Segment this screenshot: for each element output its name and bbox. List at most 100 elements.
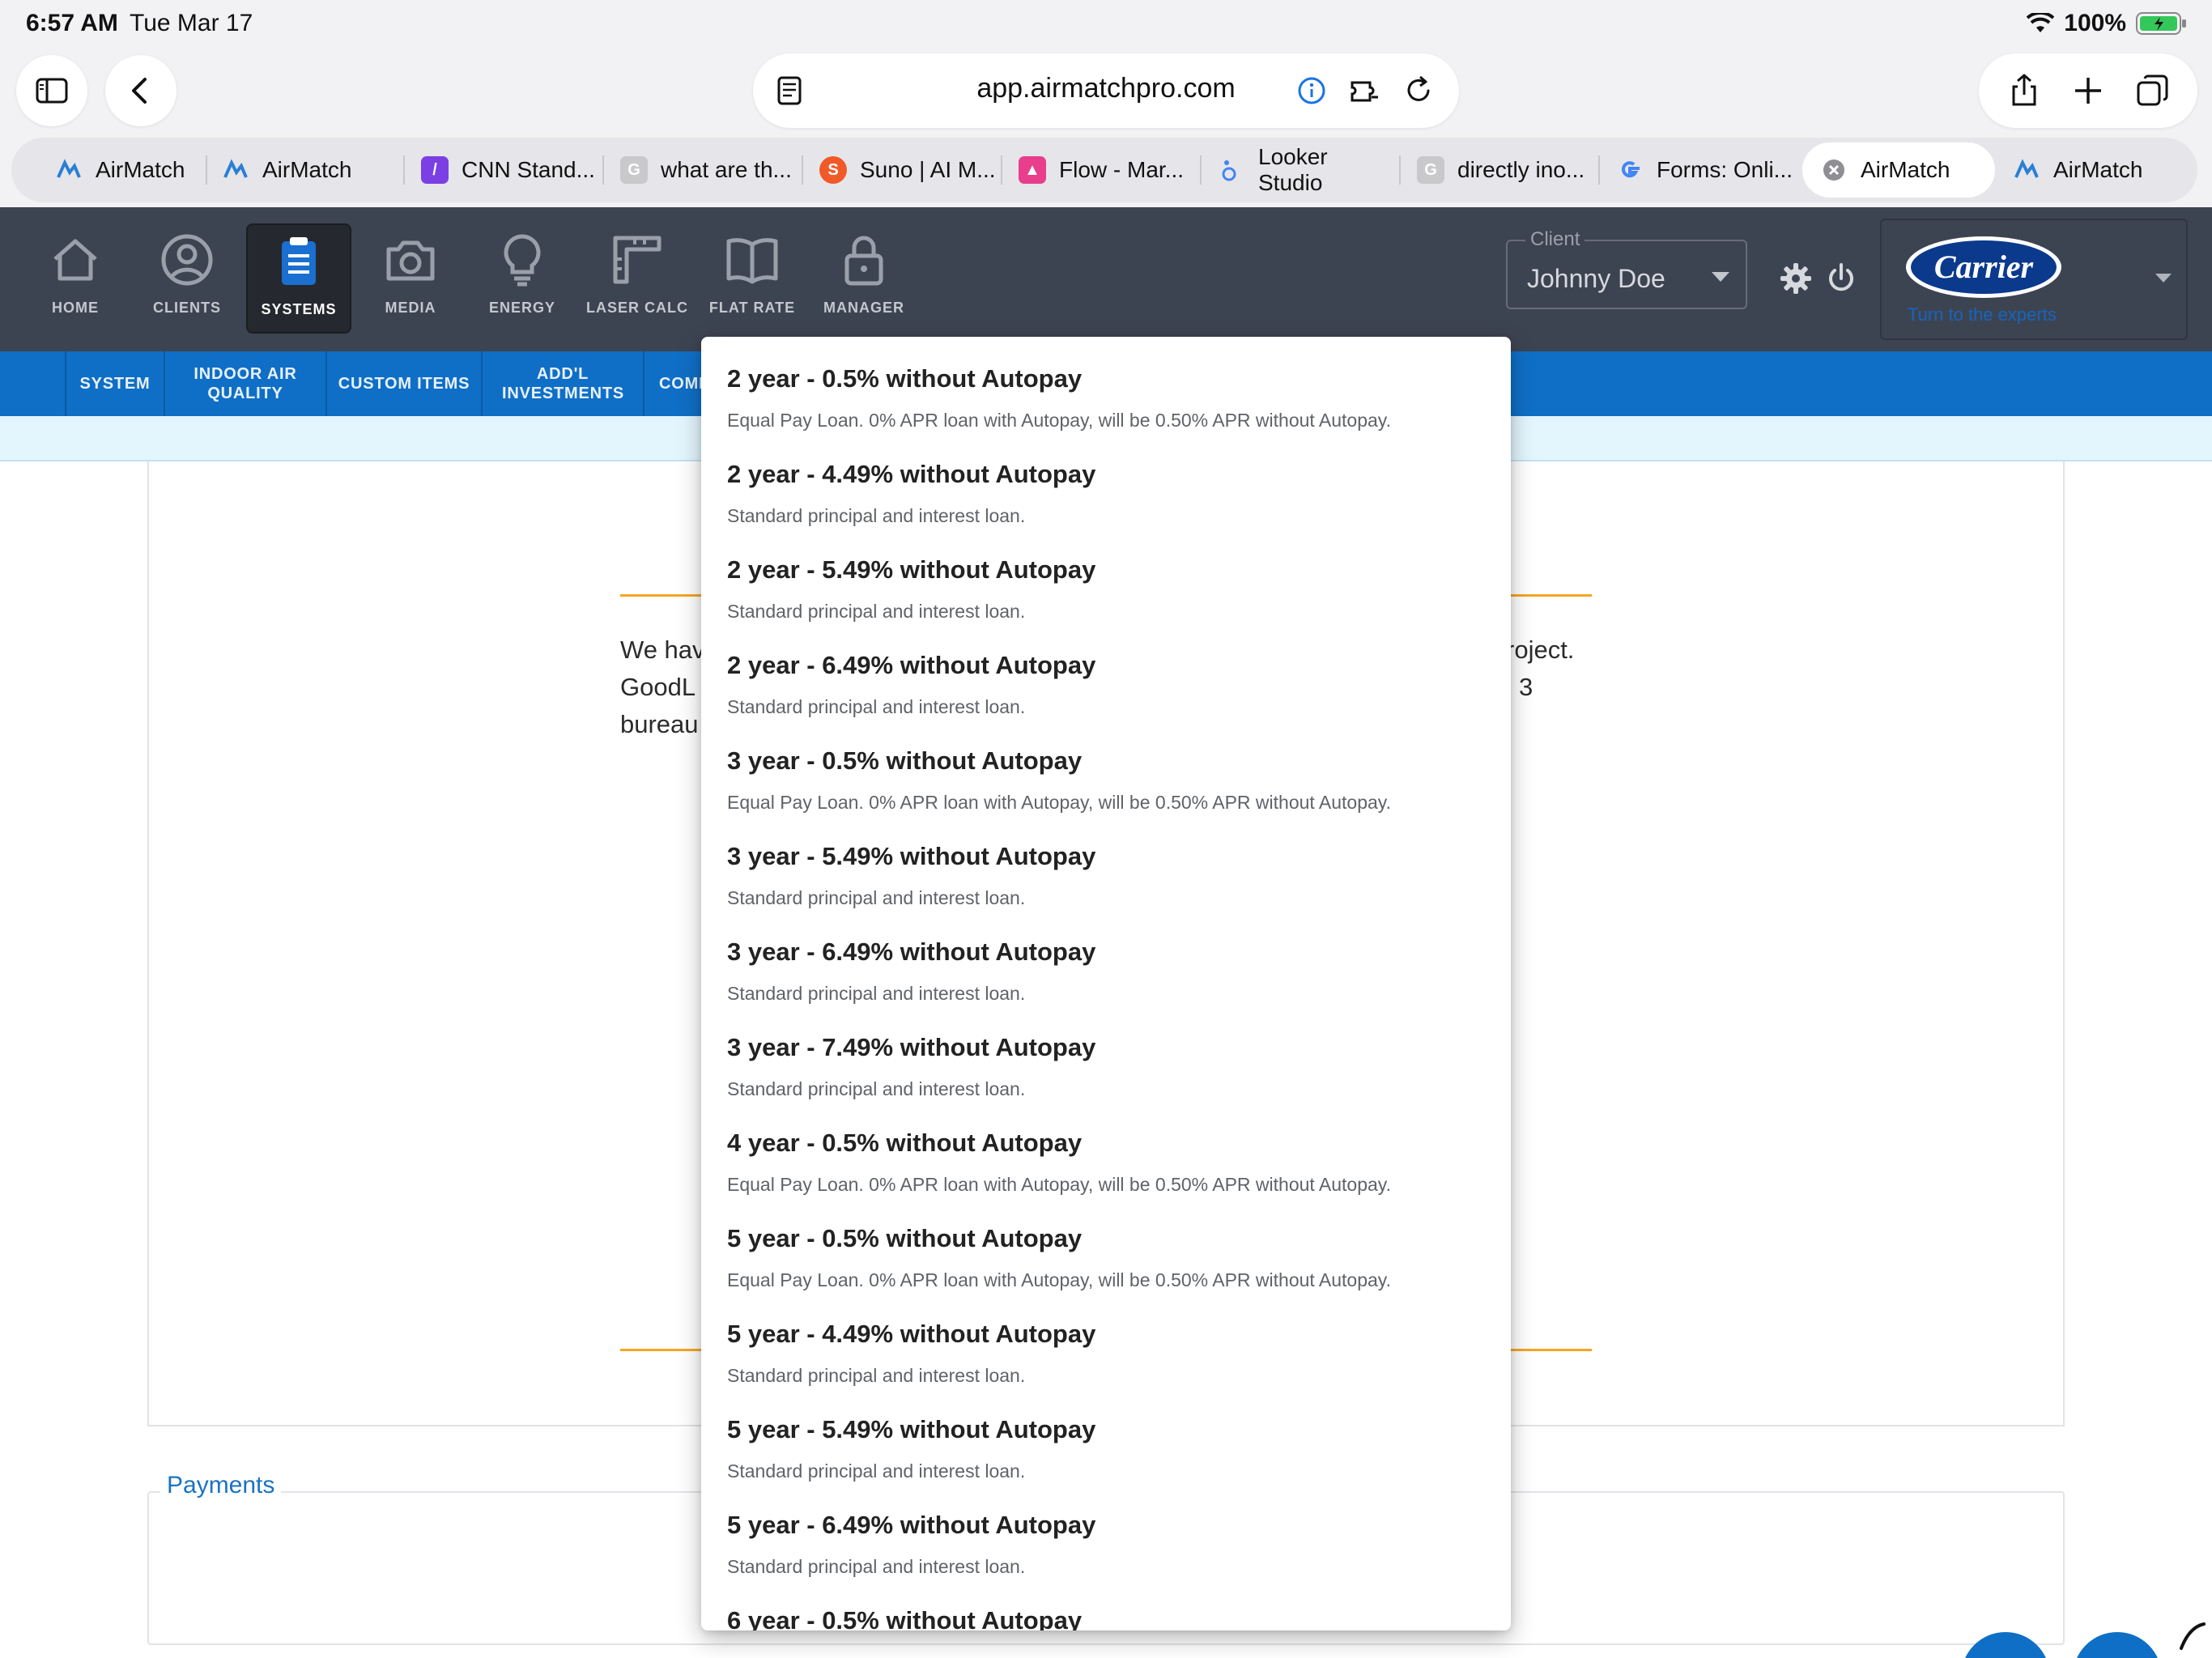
nav-flat-rate[interactable]: FLAT RATE [700,223,805,334]
loan-option[interactable]: 5 year - 4.49% without Autopay Standard … [727,1320,1488,1387]
battery-percent: 100% [2064,10,2126,36]
browser-tab-9[interactable]: Forms: Onli... [1598,138,1796,202]
loan-option-description: Standard principal and interest loan. [727,1460,1026,1482]
browser-tab-6[interactable]: ▲ Flow - Mar... [1001,138,1198,202]
power-icon[interactable] [1823,261,1859,296]
loan-option[interactable]: 6 year - 0.5% without Autopay [727,1606,1488,1630]
nav-laser-calc[interactable]: LASER CALC [585,223,690,334]
share-icon[interactable] [2006,72,2043,109]
nav-media[interactable]: MEDIA [358,223,463,334]
subtab-indoor-air-quality[interactable]: INDOOR AIR QUALITY [164,351,325,416]
loan-option-title: 6 year - 0.5% without Autopay [727,1606,1083,1630]
loan-option[interactable]: 5 year - 6.49% without Autopay Standard … [727,1511,1488,1578]
loan-option[interactable]: 4 year - 0.5% without Autopay Equal Pay … [727,1129,1488,1196]
looker-favicon-icon [1222,160,1236,181]
reload-icon[interactable] [1401,73,1436,108]
brand-name: Carrier [1934,249,2034,285]
nav-manager[interactable]: MANAGER [811,223,917,334]
loan-option[interactable]: 2 year - 0.5% without Autopay Equal Pay … [727,364,1488,432]
extension-icon[interactable] [1347,73,1383,108]
browser-tab-7[interactable]: Looker Studio [1200,138,1397,202]
airmatch-favicon-icon [2014,159,2039,178]
tab-label: Forms: Onli... [1657,157,1793,182]
tab-label: what are th... [661,157,792,182]
browser-tab-2[interactable]: AirMatch [204,138,402,202]
loan-option-description: Standard principal and interest loan. [727,887,1026,908]
loan-option[interactable]: 3 year - 6.49% without Autopay Standard … [727,937,1488,1005]
open-book-icon [726,238,778,284]
browser-tab-1[interactable]: AirMatch [37,138,202,202]
brand-tagline: Turn to the experts [1908,304,2057,325]
nav-systems[interactable]: SYSTEMS [246,223,351,334]
paragraph-line: 3 [1519,673,1534,701]
loan-option[interactable]: 2 year - 4.49% without Autopay Standard … [727,460,1488,527]
tab-label: AirMatch [96,157,185,182]
loan-option-description: Equal Pay Loan. 0% APR loan with Autopay… [727,1269,1391,1290]
tab-label: Suno | AI M... [860,157,996,182]
floating-action-button[interactable] [2073,1632,2162,1658]
loan-option-title: 4 year - 0.5% without Autopay [727,1129,1083,1157]
close-tab-icon[interactable] [1820,156,1848,184]
loan-option[interactable]: 3 year - 0.5% without Autopay Equal Pay … [727,746,1488,814]
loan-option[interactable]: 2 year - 6.49% without Autopay Standard … [727,651,1488,718]
browser-tab-10-active[interactable]: AirMatch [1802,142,1995,198]
google-favicon-icon [1621,161,1640,178]
wifi-icon [2027,13,2055,32]
plus-icon[interactable] [2069,72,2107,109]
browser-tab-4[interactable]: G what are th... [602,138,800,202]
loan-option-title: 2 year - 5.49% without Autopay [727,555,1096,584]
generic-favicon-icon: G [620,156,648,184]
resize-handle-icon[interactable] [2178,1619,2207,1652]
subtab-addl-investments[interactable]: ADD'L INVESTMENTS [481,351,643,416]
subtab-label: CUSTOM ITEMS [338,375,470,393]
tab-label: directly ino... [1457,157,1585,182]
chevron-down-icon [2155,274,2172,283]
tab-label: AirMatch [2053,157,2143,182]
status-date: Tue Mar 17 [130,10,253,36]
loan-option-title: 3 year - 5.49% without Autopay [727,842,1096,870]
back-button[interactable] [105,55,177,126]
airmatch-favicon-icon [223,159,248,178]
loan-option-description: Standard principal and interest loan. [727,1365,1026,1386]
gear-icon[interactable] [1778,261,1814,296]
flow-favicon-icon: ▲ [1019,156,1046,184]
loan-option[interactable]: 5 year - 0.5% without Autopay Equal Pay … [727,1224,1488,1291]
client-select[interactable]: Client Johnny Doe [1506,228,1747,309]
loan-option[interactable]: 3 year - 7.49% without Autopay Standard … [727,1033,1488,1100]
client-select-label: Client [1525,228,1585,251]
ios-status-bar: 6:57 AM Tue Mar 17 100% [0,0,2212,49]
subtab-label: ADD'L INVESTMENTS [502,365,625,402]
subtab-custom-items[interactable]: CUSTOM ITEMS [325,351,481,416]
nav-home[interactable]: HOME [23,223,128,334]
browser-tab-11[interactable]: AirMatch [1995,138,2189,202]
loan-option[interactable]: 2 year - 5.49% without Autopay Standard … [727,555,1488,623]
nav-energy[interactable]: ENERGY [470,223,575,334]
brand-selector[interactable]: Carrier Turn to the experts [1880,219,2188,340]
tab-strip: AirMatch AirMatch / CNN Stand... G what … [0,133,2212,207]
nav-clients[interactable]: CLIENTS [134,223,240,334]
info-icon[interactable] [1294,73,1329,108]
loan-option-title: 5 year - 4.49% without Autopay [727,1320,1096,1348]
status-right: 100% [2027,10,2188,37]
browser-tab-3[interactable]: / CNN Stand... [403,138,601,202]
battery-icon [2136,12,2186,35]
loan-option-title: 3 year - 7.49% without Autopay [727,1033,1096,1061]
nav-label: ENERGY [488,300,556,316]
browser-tab-5[interactable]: S Suno | AI M... [802,138,999,202]
chevron-left-icon [132,78,147,104]
loan-option-description: Standard principal and interest loan. [727,983,1026,1004]
loan-option-description: Equal Pay Loan. 0% APR loan with Autopay… [727,410,1391,431]
sidebar-button[interactable] [16,55,87,126]
tabs-overview-icon[interactable] [2133,72,2171,109]
paragraph-line: roject. [1506,636,1575,664]
browser-tab-8[interactable]: G directly ino... [1399,138,1597,202]
loan-option[interactable]: 5 year - 5.49% without Autopay Standard … [727,1415,1488,1482]
nav-label: SYSTEMS [261,301,337,317]
address-bar[interactable]: app.airmatchpro.com [753,53,1459,128]
loan-option[interactable]: 3 year - 5.49% without Autopay Standard … [727,842,1488,909]
loan-option-title: 5 year - 5.49% without Autopay [727,1415,1096,1443]
subtab-system[interactable]: SYSTEM [65,351,164,416]
loan-options-dropdown: 2 year - 0.5% without Autopay Equal Pay … [701,337,1511,1630]
loan-option-description: Standard principal and interest loan. [727,601,1026,622]
cnn-favicon-icon: / [421,156,449,184]
